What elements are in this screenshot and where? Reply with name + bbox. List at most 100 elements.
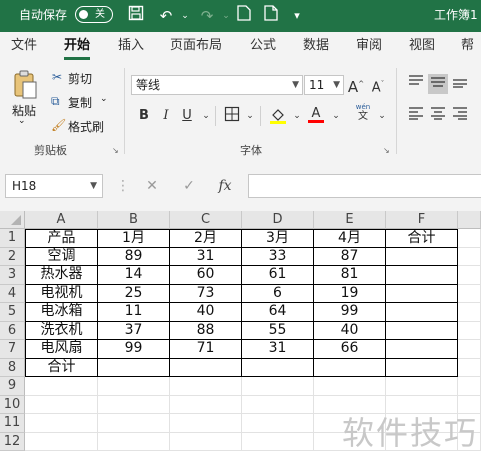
cell-g4[interactable]	[458, 284, 481, 303]
cell-a5[interactable]: 电冰箱	[25, 303, 98, 322]
enter-icon[interactable]: ✓	[178, 174, 200, 198]
middle-align-icon[interactable]	[428, 74, 448, 94]
fill-color-dropdown-icon[interactable]: ⌄	[287, 106, 307, 126]
cell-d10[interactable]	[242, 395, 314, 414]
tab-view[interactable]: 视图	[409, 32, 435, 62]
column-header-a[interactable]: A	[25, 211, 98, 229]
select-all-corner[interactable]	[0, 211, 25, 229]
cell-a3[interactable]: 热水器	[25, 266, 98, 285]
name-box[interactable]: H18 ▼	[5, 174, 103, 198]
align-center-icon[interactable]	[428, 106, 448, 126]
bottom-align-icon[interactable]	[450, 74, 470, 94]
cell-f7[interactable]	[386, 340, 458, 359]
copy-icon[interactable]: ⧉	[51, 94, 60, 109]
row-header-3[interactable]: 3	[0, 266, 25, 285]
cell-a1[interactable]: 产品	[25, 229, 98, 248]
tab-insert[interactable]: 插入	[118, 32, 144, 62]
cell-e7[interactable]: 66	[314, 340, 386, 359]
cell-d9[interactable]	[242, 377, 314, 396]
cell-b6[interactable]: 37	[98, 321, 170, 340]
cell-d1[interactable]: 3月	[242, 229, 314, 248]
formula-input[interactable]	[248, 174, 481, 198]
autosave-toggle[interactable]: 关	[75, 6, 113, 23]
column-header-c[interactable]: C	[170, 211, 242, 229]
cell-b4[interactable]: 25	[98, 284, 170, 303]
cell-c3[interactable]: 60	[170, 266, 242, 285]
cell-g8[interactable]	[458, 358, 481, 377]
cell-e1[interactable]: 4月	[314, 229, 386, 248]
cell-d8[interactable]	[242, 358, 314, 377]
row-header-7[interactable]: 7	[0, 340, 25, 359]
increase-font-size-icon[interactable]: A^	[346, 74, 366, 96]
tab-review[interactable]: 审阅	[356, 32, 382, 62]
cell-c9[interactable]	[170, 377, 242, 396]
column-header-d[interactable]: D	[242, 211, 314, 229]
cell-g7[interactable]	[458, 340, 481, 359]
cell-d11[interactable]	[242, 414, 314, 433]
row-header-4[interactable]: 4	[0, 284, 25, 303]
cell-g6[interactable]	[458, 321, 481, 340]
tab-file[interactable]: 文件	[11, 32, 37, 62]
cut-button[interactable]: 剪切	[68, 70, 92, 87]
cell-f8[interactable]	[386, 358, 458, 377]
font-launcher-icon[interactable]: ↘	[383, 146, 390, 155]
cell-b3[interactable]: 14	[98, 266, 170, 285]
cell-a2[interactable]: 空调	[25, 247, 98, 266]
cancel-icon[interactable]: ✕	[141, 174, 163, 198]
row-header-1[interactable]: 1	[0, 229, 25, 248]
chevron-down-icon[interactable]: ▼	[333, 76, 340, 94]
cell-d2[interactable]: 33	[242, 247, 314, 266]
chevron-down-icon[interactable]: ▼	[292, 76, 299, 94]
cell-c12[interactable]	[170, 432, 242, 451]
clipboard-launcher-icon[interactable]: ↘	[112, 146, 119, 155]
column-header-f[interactable]: F	[386, 211, 458, 229]
column-header-b[interactable]: B	[98, 211, 170, 229]
align-right-icon[interactable]	[450, 106, 470, 126]
cell-c8[interactable]	[170, 358, 242, 377]
cell-d6[interactable]: 55	[242, 321, 314, 340]
cell-b8[interactable]	[98, 358, 170, 377]
cell-a7[interactable]: 电风扇	[25, 340, 98, 359]
top-align-icon[interactable]	[406, 74, 426, 94]
cell-g3[interactable]	[458, 266, 481, 285]
cell-c5[interactable]: 40	[170, 303, 242, 322]
row-header-12[interactable]: 12	[0, 432, 25, 451]
cell-c7[interactable]: 71	[170, 340, 242, 359]
cell-d12[interactable]	[242, 432, 314, 451]
cell-f3[interactable]	[386, 266, 458, 285]
print-preview-icon[interactable]	[233, 5, 255, 27]
row-header-5[interactable]: 5	[0, 303, 25, 322]
cell-d3[interactable]: 61	[242, 266, 314, 285]
cell-b11[interactable]	[98, 414, 170, 433]
paste-dropdown-icon[interactable]: ⌄	[18, 116, 26, 126]
cell-f5[interactable]	[386, 303, 458, 322]
cell-c1[interactable]: 2月	[170, 229, 242, 248]
cell-g9[interactable]	[458, 377, 481, 396]
cell-c2[interactable]: 31	[170, 247, 242, 266]
tab-help[interactable]: 帮助	[461, 32, 481, 81]
cell-b2[interactable]: 89	[98, 247, 170, 266]
cell-b12[interactable]	[98, 432, 170, 451]
align-left-icon[interactable]	[406, 106, 426, 126]
copy-button[interactable]: 复制	[68, 94, 92, 111]
decrease-font-size-icon[interactable]: Aˇ	[368, 74, 388, 95]
cell-c10[interactable]	[170, 395, 242, 414]
copy-dropdown-icon[interactable]: ⌄	[100, 94, 108, 104]
cell-f1[interactable]: 合计	[386, 229, 458, 248]
cell-a4[interactable]: 电视机	[25, 284, 98, 303]
row-header-6[interactable]: 6	[0, 321, 25, 340]
row-header-11[interactable]: 11	[0, 414, 25, 433]
cell-b10[interactable]	[98, 395, 170, 414]
customize-toolbar-icon[interactable]: ▾	[286, 5, 308, 27]
cell-e3[interactable]: 81	[314, 266, 386, 285]
format-painter-icon[interactable]: 🖌	[51, 118, 66, 132]
cell-b1[interactable]: 1月	[98, 229, 170, 248]
cell-b9[interactable]	[98, 377, 170, 396]
bold-button[interactable]: B	[134, 106, 154, 126]
cell-a12[interactable]	[25, 432, 98, 451]
row-header-9[interactable]: 9	[0, 377, 25, 396]
tab-page-layout[interactable]: 页面布局	[170, 32, 222, 62]
cell-c4[interactable]: 73	[170, 284, 242, 303]
cell-g5[interactable]	[458, 303, 481, 322]
cell-f4[interactable]	[386, 284, 458, 303]
